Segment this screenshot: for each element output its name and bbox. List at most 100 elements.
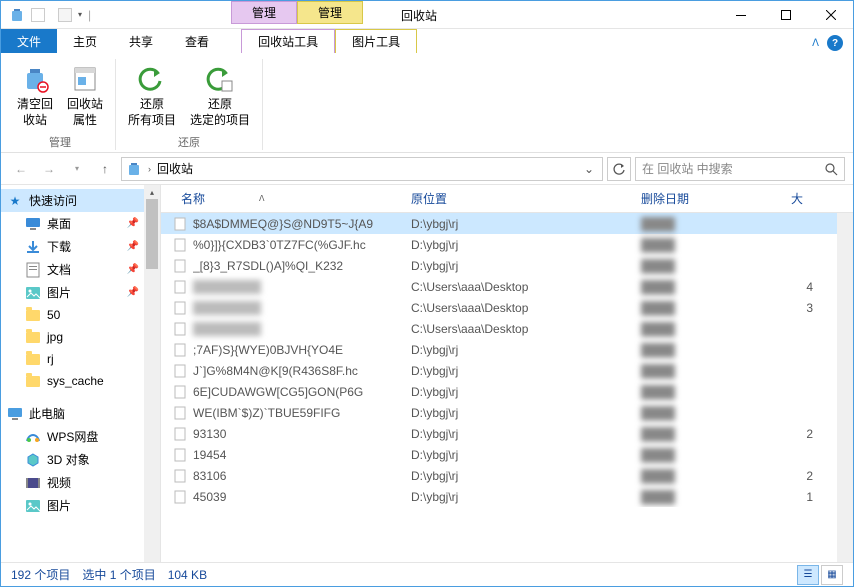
col-size[interactable]: 大 [783, 190, 813, 207]
file-icon [173, 322, 193, 336]
filelist-vscrollbar[interactable] [837, 213, 853, 565]
pin-icon: 📌 [127, 287, 139, 298]
file-name: 19454 [193, 448, 403, 462]
restore-all-icon [136, 63, 168, 95]
picture-icon [25, 285, 41, 301]
tree-item[interactable]: 视频 [1, 471, 145, 494]
close-button[interactable] [808, 1, 853, 29]
tree-item[interactable]: 文档📌 [1, 258, 145, 281]
col-location[interactable]: 原位置 [403, 190, 633, 207]
ribbon-collapse-icon[interactable]: ᐱ [812, 38, 819, 49]
pin-icon: 📌 [127, 218, 139, 229]
tree-this-pc[interactable]: 此电脑 [1, 402, 145, 425]
restore-selected-icon [204, 63, 236, 95]
file-row[interactable]: WE(IBM`$)Z)`TBUE59FIFGD:\ybgj\rj████ [161, 402, 853, 423]
breadcrumb-item[interactable]: 回收站 [157, 160, 193, 177]
file-row[interactable]: ;7AF)S}{WYE)0BJVH{YO4ED:\ybgj\rj████ [161, 339, 853, 360]
file-icon [173, 406, 193, 420]
file-row[interactable]: 83106D:\ybgj\rj████2 [161, 465, 853, 486]
file-row[interactable]: 6E]CUDAWGW[CG5]GON(P6GD:\ybgj\rj████ [161, 381, 853, 402]
search-icon[interactable] [824, 162, 838, 176]
ribbon-group-restore: 还原 所有项目 还原 选定的项目 还原 [116, 59, 263, 150]
file-date: ████ [633, 406, 783, 420]
tree-quick-access[interactable]: ★ 快速访问 [1, 189, 145, 212]
file-row[interactable]: ████████C:\Users\aaa\Desktop████3 [161, 297, 853, 318]
quick-access-toolbar: ▾ | [1, 6, 99, 24]
view-icons-button[interactable]: ▦ [821, 565, 843, 585]
tab-file[interactable]: 文件 [1, 29, 57, 53]
recycle-bin-properties-button[interactable]: 回收站 属性 [61, 59, 109, 132]
empty-recycle-bin-button[interactable]: 清空回 收站 [11, 59, 59, 132]
file-date: ████ [633, 280, 783, 294]
tree-item[interactable]: rj [1, 348, 145, 370]
tree-item[interactable]: 3D 对象 [1, 448, 145, 471]
tree-item[interactable]: jpg [1, 326, 145, 348]
file-row[interactable]: ████████C:\Users\aaa\Desktop████ [161, 318, 853, 339]
address-dropdown-icon[interactable]: ⌄ [580, 162, 598, 176]
tab-share[interactable]: 共享 [113, 29, 169, 53]
file-date: ████ [633, 364, 783, 378]
tab-home[interactable]: 主页 [57, 29, 113, 53]
file-row[interactable]: ████████C:\Users\aaa\Desktop████4 [161, 276, 853, 297]
tab-picture-tools[interactable]: 图片工具 [335, 29, 417, 53]
file-location: D:\ybgj\rj [403, 490, 633, 504]
scrollbar-thumb[interactable] [146, 199, 158, 269]
file-row[interactable]: $8A$DMMEQ@}S@ND9T5~J{A9D:\ybgj\rj████ [161, 213, 853, 234]
minimize-button[interactable] [718, 1, 763, 29]
help-icon[interactable]: ? [827, 35, 843, 51]
tree-item[interactable]: sys_cache [1, 370, 145, 392]
file-row[interactable]: J`]G%8M4N@K[9(R436S8F.hcD:\ybgj\rj████ [161, 360, 853, 381]
maximize-button[interactable] [763, 1, 808, 29]
col-date[interactable]: 删除日期 [633, 190, 783, 207]
file-name: 83106 [193, 469, 403, 483]
address-bar[interactable]: › 回收站 ⌄ [121, 157, 603, 181]
content-area: ★ 快速访问 桌面📌下载📌文档📌图片📌50jpgrjsys_cache 此电脑 … [1, 185, 853, 581]
file-row[interactable]: _[8}3_R7SDL()A]%QI_K232D:\ybgj\rj████ [161, 255, 853, 276]
file-icon [173, 280, 193, 294]
tree-item[interactable]: 图片📌 [1, 281, 145, 304]
pin-icon: 📌 [127, 264, 139, 275]
file-icon [173, 301, 193, 315]
file-location: C:\Users\aaa\Desktop [403, 322, 633, 336]
folder-icon [25, 329, 41, 345]
tab-recycle-tools[interactable]: 回收站工具 [241, 29, 335, 53]
file-row[interactable]: %0}]}{CXDB3`0TZ7FC(%GJF.hcD:\ybgj\rj████ [161, 234, 853, 255]
tab-view[interactable]: 查看 [169, 29, 225, 53]
file-icon [173, 490, 193, 504]
nav-back-button[interactable]: ← [9, 157, 33, 181]
file-name: $8A$DMMEQ@}S@ND9T5~J{A9 [193, 217, 403, 231]
file-location: D:\ybgj\rj [403, 217, 633, 231]
tree-item[interactable]: 图片 [1, 494, 145, 517]
file-row[interactable]: 93130D:\ybgj\rj████2 [161, 423, 853, 444]
file-date: ████ [633, 448, 783, 462]
nav-forward-button[interactable]: → [37, 157, 61, 181]
file-location: D:\ybgj\rj [403, 406, 633, 420]
file-date: ████ [633, 490, 783, 504]
tree-item[interactable]: 桌面📌 [1, 212, 145, 235]
restore-all-button[interactable]: 还原 所有项目 [122, 59, 182, 132]
qat-item-icon[interactable] [31, 8, 45, 22]
nav-up-button[interactable]: ↑ [93, 157, 117, 181]
qat-dropdown-icon[interactable]: ▾ [78, 10, 82, 19]
breadcrumb-sep-icon[interactable]: › [148, 164, 151, 174]
tree-item-label: rj [47, 352, 54, 366]
qat-item-icon[interactable] [58, 8, 72, 22]
ribbon-group-label: 管理 [49, 132, 71, 152]
scroll-up-icon[interactable]: ▴ [144, 185, 160, 199]
tree-item[interactable]: WPS网盘 [1, 425, 145, 448]
file-location: D:\ybgj\rj [403, 259, 633, 273]
search-input[interactable]: 在 回收站 中搜索 [635, 157, 845, 181]
recycle-bin-icon [126, 161, 142, 177]
tree-item[interactable]: 50 [1, 304, 145, 326]
ribbon: 清空回 收站 回收站 属性 管理 还原 所有项目 还原 选定的项目 还原 [1, 57, 853, 153]
refresh-button[interactable] [607, 157, 631, 181]
file-row[interactable]: 19454D:\ybgj\rj████ [161, 444, 853, 465]
col-name[interactable]: 名称ᐱ [173, 190, 403, 207]
sidebar-scrollbar[interactable]: ▴ ▾ [144, 185, 160, 581]
tree-item[interactable]: 下载📌 [1, 235, 145, 258]
tree-item-label: sys_cache [47, 374, 104, 388]
nav-history-dropdown[interactable]: ▾ [65, 157, 89, 181]
file-row[interactable]: 45039D:\ybgj\rj████1 [161, 486, 853, 507]
view-details-button[interactable]: ☰ [797, 565, 819, 585]
restore-selected-button[interactable]: 还原 选定的项目 [184, 59, 256, 132]
